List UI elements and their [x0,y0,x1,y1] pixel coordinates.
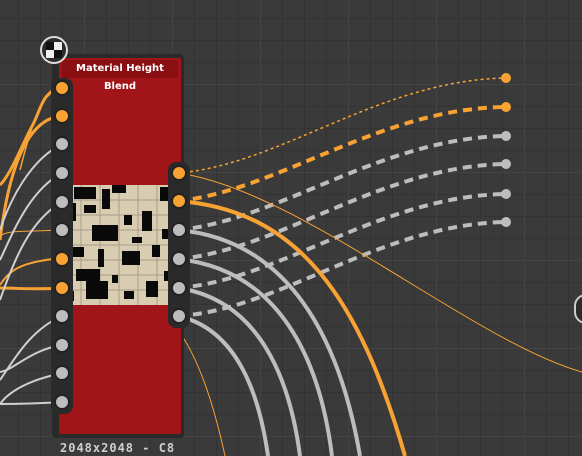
output-wire[interactable] [177,77,507,174]
input-socket[interactable] [54,365,70,381]
output-socket[interactable] [171,165,187,181]
input-socket[interactable] [54,136,70,152]
output-socket[interactable] [171,222,187,238]
output-socket[interactable] [171,308,187,324]
wire-endpoint[interactable] [501,159,511,169]
input-socket[interactable] [54,108,70,124]
output-wire[interactable] [177,329,226,456]
wire-endpoint[interactable] [501,131,511,141]
output-wire[interactable] [177,257,334,456]
node-thumbnail [62,185,178,305]
input-socket[interactable] [54,222,70,238]
output-socket[interactable] [171,193,187,209]
input-socket[interactable] [54,80,70,96]
output-socket[interactable] [171,280,187,296]
input-socket[interactable] [54,337,70,353]
wire-endpoint[interactable] [501,189,511,199]
wire-endpoint[interactable] [501,217,511,227]
output-wire[interactable] [177,314,270,456]
input-rail [51,78,73,414]
output-rail [168,162,190,328]
wire-endpoint[interactable] [501,73,511,83]
input-socket[interactable] [54,251,70,267]
output-wire[interactable] [177,134,507,232]
output-wire[interactable] [177,105,507,203]
output-wire[interactable] [177,172,582,373]
wire-endpoint[interactable] [501,102,511,112]
input-socket[interactable] [54,394,70,410]
graph-canvas[interactable]: Material Height Blend 2048x2048 - C8 [0,0,582,456]
input-socket[interactable] [54,308,70,324]
node-title[interactable]: Material Height Blend [62,60,178,92]
input-socket[interactable] [54,280,70,296]
input-socket[interactable] [54,194,70,210]
node-resolution-label: 2048x2048 - C8 [60,441,176,455]
output-socket[interactable] [171,251,187,267]
checker-icon [40,36,68,64]
input-socket[interactable] [54,165,70,181]
